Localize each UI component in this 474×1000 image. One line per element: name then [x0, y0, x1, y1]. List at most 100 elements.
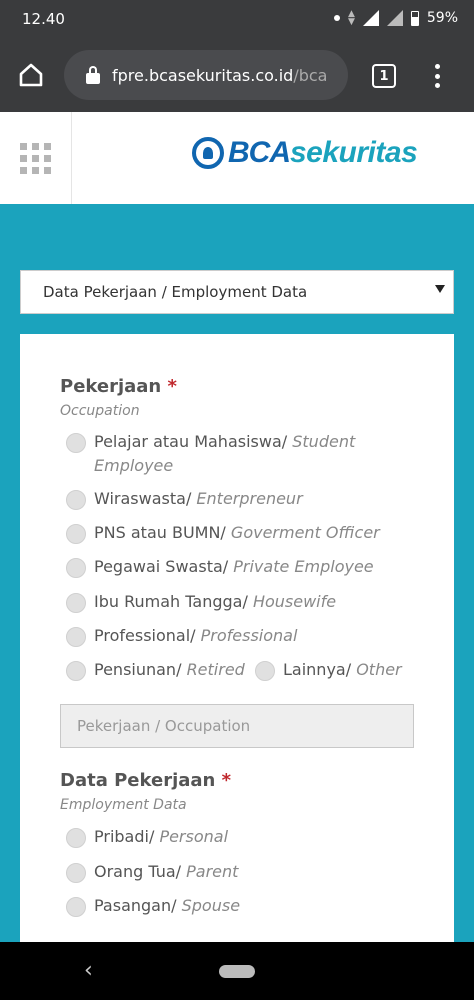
option-label: Pribadi/ Personal	[94, 825, 228, 849]
tab-switcher-button[interactable]: 1	[372, 64, 396, 88]
option-label-en: Other	[356, 660, 402, 679]
grid-icon	[20, 142, 51, 174]
home-pill-button[interactable]	[219, 965, 255, 978]
option-label: Pegawai Swasta/ Private Employee	[94, 555, 374, 579]
option-enterpreneur[interactable]: Wiraswasta/ Enterpreneur	[66, 487, 303, 511]
bca-sekuritas-logo[interactable]: BCA sekuritas	[192, 136, 418, 170]
option-label-en: Professional	[200, 626, 298, 645]
browser-toolbar: fpre.bcasekuritas.co.id/bca 1	[0, 38, 474, 112]
option-label: Lainnya/ Other	[283, 658, 402, 682]
option-label: Employee	[94, 454, 173, 478]
option-label: Pasangan/ Spouse	[94, 894, 240, 918]
lock-icon	[86, 66, 100, 84]
battery-icon	[410, 10, 419, 26]
option-label-en: Housewife	[252, 592, 337, 611]
option-label-id: Orang Tua/	[94, 862, 182, 881]
section-select-value: Data Pekerjaan / Employment Data	[43, 283, 308, 301]
option-label-id: Ibu Rumah Tangga/	[94, 592, 248, 611]
option-label-id: Pensiunan/	[94, 660, 182, 679]
option-student[interactable]: Pelajar atau Mahasiswa/ Student	[66, 430, 355, 454]
option-label: Wiraswasta/ Enterpreneur	[94, 487, 303, 511]
option-label-en: Employee	[94, 456, 174, 475]
section-select[interactable]: Data Pekerjaan / Employment Data	[20, 270, 454, 314]
logo-text-bca: BCA	[228, 136, 291, 169]
radio-button[interactable]	[66, 627, 86, 647]
menu-dot-icon	[434, 73, 440, 79]
option-label-id: Pelajar atau Mahasiswa/	[94, 432, 288, 451]
employment-form: Pekerjaan * Occupation Pelajar atau Maha…	[20, 334, 454, 944]
radio-button[interactable]	[66, 593, 86, 613]
radio-button[interactable]	[66, 897, 86, 917]
option-label: Pelajar atau Mahasiswa/ Student	[94, 430, 355, 454]
url-domain: fpre.bcasekuritas.co.id	[112, 65, 294, 85]
logo-text-sekuritas: sekuritas	[290, 136, 418, 169]
required-mark: *	[221, 770, 232, 791]
url-path: /bca	[293, 65, 328, 85]
site-header: BCA sekuritas	[0, 112, 474, 204]
dropdown-caret-icon	[435, 285, 445, 293]
back-chevron-icon[interactable]: ‹	[84, 958, 93, 983]
option-label-en: Goverment Officer	[230, 523, 380, 542]
option-label-id: Wiraswasta/	[94, 489, 192, 508]
occupation-other-placeholder: Pekerjaan / Occupation	[77, 717, 251, 735]
option-student-continued: Employee	[66, 454, 173, 478]
option-label: Professional/ Professional	[94, 624, 297, 648]
option-personal[interactable]: Pribadi/ Personal	[66, 825, 228, 849]
option-goverment-officer[interactable]: PNS atau BUMN/ Goverment Officer	[66, 521, 380, 545]
option-label-en: Student	[292, 432, 356, 451]
status-bar: 12.40 ▲ ▼ 59%	[0, 0, 474, 38]
radio-button[interactable]	[66, 524, 86, 544]
option-housewife[interactable]: Ibu Rumah Tangga/ Housewife	[66, 590, 336, 614]
radio-button[interactable]	[66, 490, 86, 510]
option-label: Orang Tua/ Parent	[94, 860, 238, 884]
employment-data-subtitle: Employment Data	[60, 797, 187, 813]
occupation-title: Pekerjaan *	[60, 376, 177, 397]
bca-emblem-icon	[192, 137, 224, 169]
menu-dot-icon	[434, 83, 440, 88]
option-spouse[interactable]: Pasangan/ Spouse	[66, 894, 240, 918]
option-label-en: Parent	[186, 862, 239, 881]
employment-data-title-text: Data Pekerjaan	[60, 770, 216, 791]
option-label-id: Pegawai Swasta/	[94, 557, 229, 576]
option-other[interactable]: Lainnya/ Other	[255, 658, 402, 682]
radio-button[interactable]	[66, 558, 86, 578]
employment-data-title: Data Pekerjaan *	[60, 770, 231, 791]
menu-dot-icon	[434, 64, 440, 69]
option-retired[interactable]: Pensiunan/ Retired	[66, 658, 245, 682]
radio-button[interactable]	[66, 863, 86, 883]
home-button[interactable]	[14, 58, 48, 92]
option-label-en: Spouse	[181, 896, 241, 915]
option-label: PNS atau BUMN/ Goverment Officer	[94, 521, 380, 545]
address-bar[interactable]: fpre.bcasekuritas.co.id/bca	[64, 50, 348, 100]
home-icon	[19, 63, 43, 87]
radio-button[interactable]	[66, 661, 86, 681]
url-text: fpre.bcasekuritas.co.id/bca	[112, 66, 327, 85]
status-time: 12.40	[22, 10, 65, 28]
radio-button[interactable]	[66, 828, 86, 848]
radio-button[interactable]	[66, 433, 86, 453]
app-grid-menu-button[interactable]	[0, 112, 72, 204]
occupation-other-input[interactable]: Pekerjaan / Occupation	[60, 704, 414, 748]
option-label-en: Enterpreneur	[196, 489, 303, 508]
browser-menu-button[interactable]	[432, 64, 442, 88]
status-icons: ▲ ▼ 59%	[333, 9, 458, 27]
option-label: Pensiunan/ Retired	[94, 658, 245, 682]
option-label-id: Professional/	[94, 626, 196, 645]
option-label-id: Pribadi/	[94, 827, 155, 846]
mobile-signal-icon	[362, 10, 379, 26]
system-nav-bar: ‹	[0, 942, 474, 1000]
battery-percent: 59%	[426, 10, 458, 26]
radio-button[interactable]	[255, 661, 275, 681]
option-professional[interactable]: Professional/ Professional	[66, 624, 297, 648]
occupation-title-text: Pekerjaan	[60, 376, 162, 397]
option-label-en: Private Employee	[233, 557, 374, 576]
option-parent[interactable]: Orang Tua/ Parent	[66, 860, 238, 884]
option-label-en: Retired	[186, 660, 245, 679]
required-mark: *	[167, 376, 177, 397]
option-label-id: Pasangan/	[94, 896, 177, 915]
option-private-employee[interactable]: Pegawai Swasta/ Private Employee	[66, 555, 374, 579]
occupation-subtitle: Occupation	[60, 403, 140, 419]
option-label-id: PNS atau BUMN/	[94, 523, 226, 542]
data-arrows-icon: ▲ ▼	[347, 9, 355, 27]
option-label: Ibu Rumah Tangga/ Housewife	[94, 590, 336, 614]
